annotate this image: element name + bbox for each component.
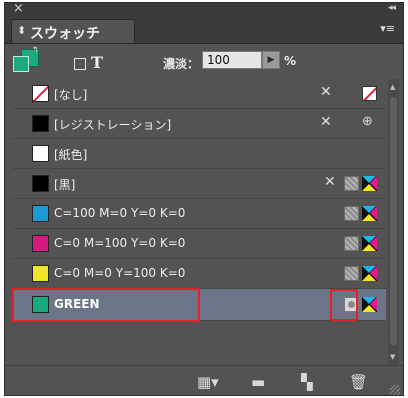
- panel-menu-icon[interactable]: ▾≡: [380, 22, 395, 35]
- swatch-row-magenta[interactable]: C=0 M=100 Y=0 K=0: [12, 229, 386, 259]
- format-text-icon[interactable]: T: [91, 53, 103, 72]
- cmyk-icon: [362, 266, 377, 281]
- panel-top-bar: × ◂◂: [5, 3, 403, 17]
- swatch-name: [黒]: [54, 178, 76, 192]
- swatches-panel: × ◂◂ ⬍ スウォッチ ▾≡ ↰ T 濃淡： 100 ▶ % [なし] ✕ […: [4, 2, 404, 396]
- close-icon[interactable]: ×: [13, 3, 24, 16]
- swatch-row-cyan[interactable]: C=100 M=0 Y=0 K=0: [12, 199, 386, 229]
- swatch-row-registration[interactable]: [レジストレーション] ✕ ⊕: [12, 109, 386, 139]
- swatch-chip: [32, 175, 49, 192]
- swatch-row-yellow[interactable]: C=0 M=0 Y=100 K=0: [12, 259, 386, 289]
- swap-icon[interactable]: ↰: [32, 45, 39, 54]
- cmyk-icon: [362, 236, 377, 251]
- swatch-list: [なし] ✕ [レジストレーション] ✕ ⊕ [紙色] [黒] ✕ C=100 …: [12, 79, 386, 365]
- cmyk-icon: [362, 297, 377, 312]
- tab-swatches[interactable]: ⬍ スウォッチ: [11, 19, 135, 43]
- new-color-group-icon[interactable]: ▬: [251, 373, 265, 391]
- scrollbar[interactable]: ▲ ▼: [388, 79, 399, 365]
- registration-icon: ⊕: [362, 114, 373, 129]
- swatch-name: [紙色]: [54, 148, 88, 162]
- swatch-chip: [32, 145, 49, 162]
- scroll-down-icon[interactable]: ▼: [390, 353, 395, 361]
- swatch-name: C=0 M=0 Y=100 K=0: [54, 266, 186, 280]
- swatch-chip: [32, 235, 49, 252]
- tint-percent-label: %: [284, 54, 297, 68]
- none-swatch-icon: [362, 86, 377, 101]
- fill-swatch-icon[interactable]: [13, 56, 29, 72]
- fill-stroke-control[interactable]: ↰: [13, 45, 39, 73]
- trash-icon[interactable]: 🗑: [349, 373, 368, 391]
- tint-slider-arrow[interactable]: ▶: [262, 51, 280, 69]
- highlight-swatch-name: [12, 288, 200, 322]
- pencil-x-icon: ✕: [320, 84, 332, 100]
- tint-label: 濃淡：: [163, 57, 200, 71]
- spot-icon: [344, 176, 359, 191]
- scroll-up-icon[interactable]: ▲: [390, 83, 395, 91]
- swatch-chip: [32, 115, 49, 132]
- new-swatch-icon[interactable]: ▚: [301, 373, 313, 391]
- swatch-name: C=0 M=100 Y=0 K=0: [54, 236, 186, 250]
- panel-bottom-bar: ▦▾ ▬ ▚ 🗑: [5, 365, 403, 396]
- updown-arrows-icon[interactable]: ⬍: [17, 24, 26, 37]
- swatch-row-paper[interactable]: [紙色]: [12, 139, 386, 169]
- panel-title: スウォッチ: [30, 26, 100, 42]
- swatch-chip: [32, 265, 49, 282]
- format-container-icon[interactable]: [74, 58, 86, 70]
- spot-icon: [344, 236, 359, 251]
- collapse-icon[interactable]: ◂◂: [388, 3, 396, 13]
- resize-grip-icon[interactable]: [390, 385, 400, 395]
- pencil-x-icon: ✕: [324, 174, 336, 190]
- pencil-x-icon: ✕: [320, 114, 332, 130]
- swatch-row-black[interactable]: [黒] ✕: [12, 169, 386, 199]
- spot-icon: [344, 206, 359, 221]
- highlight-spot-icon: [330, 289, 358, 321]
- swatch-name: C=100 M=0 Y=0 K=0: [54, 206, 186, 220]
- swatch-row-none[interactable]: [なし] ✕: [12, 79, 386, 109]
- tint-input[interactable]: 100: [202, 51, 262, 69]
- swatch-toolbar: ↰ T 濃淡： 100 ▶ %: [5, 43, 403, 77]
- swatch-name: [なし]: [54, 88, 88, 102]
- swatch-chip: [32, 205, 49, 222]
- spot-icon: [344, 266, 359, 281]
- show-swatch-kinds-icon[interactable]: ▦▾: [197, 373, 219, 391]
- cmyk-icon: [362, 206, 377, 221]
- scroll-thumb[interactable]: [390, 97, 397, 345]
- cmyk-icon: [362, 176, 377, 191]
- none-swatch-chip: [32, 85, 49, 102]
- swatch-name: [レジストレーション]: [54, 118, 172, 132]
- resize-handle[interactable]: [197, 395, 237, 396]
- panel-tab-row: ⬍ スウォッチ ▾≡: [5, 17, 403, 44]
